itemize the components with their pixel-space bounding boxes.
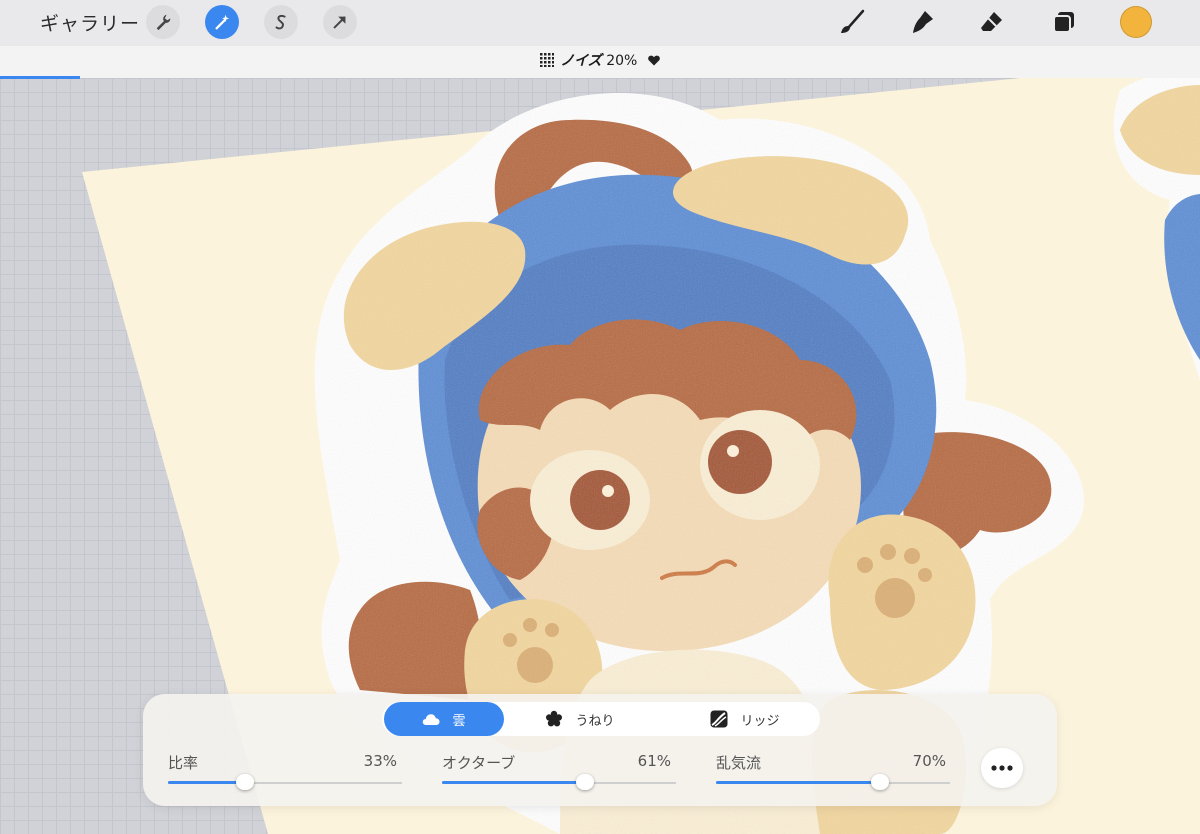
layers-icon[interactable]	[1048, 6, 1080, 38]
segment-ridge-label: リッジ	[740, 713, 780, 729]
eraser-icon[interactable]	[976, 6, 1008, 38]
filter-name: ノイズ	[560, 53, 602, 69]
noise-grid-icon	[540, 53, 555, 71]
gallery-button[interactable]: ギャラリー	[40, 9, 140, 36]
color-picker-swatch[interactable]	[1120, 6, 1152, 38]
segment-billow-label: うねり	[575, 713, 615, 729]
filter-value: 20%	[606, 53, 638, 69]
paw-right-pad	[875, 578, 915, 618]
scale-slider-fill	[168, 781, 245, 784]
scale-slider-label: 比率	[168, 754, 199, 772]
more-ellipsis-icon	[991, 765, 1013, 771]
scale-slider-thumb[interactable]	[236, 774, 254, 790]
segment-cloud[interactable]: 雲	[384, 702, 504, 736]
paw-left-toe-2	[523, 618, 537, 632]
smudge-icon[interactable]	[906, 6, 938, 38]
octave-slider-fill	[442, 781, 585, 784]
eye-left-shine	[602, 485, 614, 497]
paw-left-pad	[517, 647, 553, 683]
billow-flower-icon	[545, 710, 569, 728]
brush-icon[interactable]	[836, 6, 868, 38]
paw-right-toe-1	[857, 557, 873, 573]
magic-wand-icon[interactable]	[205, 5, 239, 39]
more-options-button[interactable]	[981, 748, 1023, 788]
paw-left-toe-1	[503, 633, 517, 647]
paw-right-toe-4	[918, 568, 932, 582]
paw-right-toe-2	[880, 544, 896, 560]
octave-slider-thumb[interactable]	[576, 774, 594, 790]
paw-left-toe-3	[545, 623, 559, 637]
turbulence-slider-fill	[716, 781, 880, 784]
turbulence-slider-label: 乱気流	[716, 754, 762, 772]
turbulence-slider-thumb[interactable]	[871, 774, 889, 790]
heart-dropdown-icon[interactable]	[647, 54, 660, 70]
top-toolbar	[0, 0, 1200, 46]
segment-cloud-label: 雲	[452, 713, 466, 729]
wrench-icon[interactable]	[146, 5, 180, 39]
eye-left-pupil	[570, 470, 630, 530]
segment-billow[interactable]: うねり	[520, 702, 640, 736]
turbulence-slider-value: 70%	[912, 752, 946, 770]
selection-s-icon[interactable]	[264, 5, 298, 39]
octave-slider-label: オクターブ	[442, 754, 516, 772]
octave-slider-value: 61%	[637, 752, 671, 770]
filter-title[interactable]: ノイズ 20%	[0, 50, 1200, 71]
eye-right-pupil	[708, 430, 772, 494]
paw-right-toe-3	[904, 548, 920, 564]
cloud-icon	[422, 713, 446, 726]
segment-ridge[interactable]: リッジ	[685, 702, 805, 736]
scale-slider-value: 33%	[363, 752, 397, 770]
filter-progress-bar	[0, 76, 80, 79]
transform-arrow-icon[interactable]	[323, 5, 357, 39]
ridge-icon	[710, 710, 734, 728]
eye-right-shine	[727, 445, 739, 457]
